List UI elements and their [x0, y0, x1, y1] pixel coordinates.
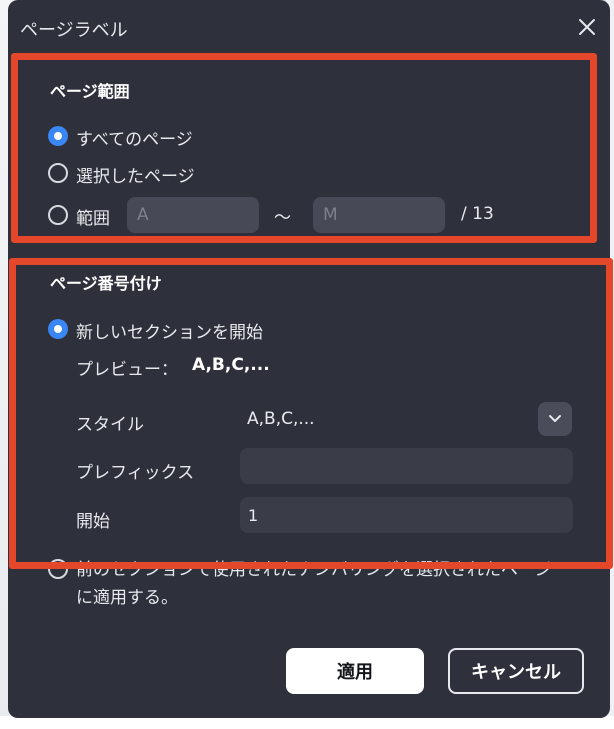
preview-value: A,B,C,...: [192, 355, 270, 375]
start-value: 1: [248, 505, 259, 525]
prefix-label: プレフィックス: [76, 463, 195, 483]
range-tilde: ～: [274, 208, 291, 228]
start-label: 開始: [76, 512, 110, 532]
apply-button[interactable]: 適用: [286, 648, 424, 694]
range-to-input[interactable]: M: [313, 197, 445, 233]
style-dropdown-button[interactable]: [538, 402, 572, 436]
range-to-placeholder: M: [323, 205, 338, 225]
page-total: / 13: [461, 204, 494, 224]
close-button[interactable]: [574, 14, 600, 40]
radio-all-pages[interactable]: [48, 126, 68, 146]
radio-extend-numbering[interactable]: [48, 559, 68, 579]
radio-range-label[interactable]: 範囲: [76, 204, 110, 229]
close-icon: [579, 19, 595, 35]
radio-range[interactable]: [48, 205, 68, 225]
radio-new-section[interactable]: [48, 319, 68, 339]
range-from-input[interactable]: A: [127, 197, 259, 233]
dialog-title: ページラベル: [20, 20, 128, 41]
page-numbering-title: ページ番号付け: [50, 274, 162, 293]
page-range-title: ページ範囲: [50, 82, 130, 101]
radio-new-section-label[interactable]: 新しいセクションを開始: [76, 318, 263, 343]
style-select-value[interactable]: A,B,C,...: [247, 409, 315, 429]
radio-extend-numbering-label[interactable]: 前のセクションで使用されたナンバリングを選択されたページに適用する。: [76, 556, 556, 612]
cancel-button[interactable]: キャンセル: [448, 648, 584, 694]
prefix-input[interactable]: [240, 448, 573, 484]
radio-selected-pages-label[interactable]: 選択したページ: [76, 162, 195, 187]
page-label-dialog: ページラベル ページ範囲 すべてのページ 選択したページ 範囲 A ～ M / …: [8, 0, 613, 718]
style-label: スタイル: [76, 415, 144, 435]
preview-label: プレビュー：: [76, 360, 178, 380]
radio-all-pages-label[interactable]: すべてのページ: [76, 125, 193, 150]
range-from-placeholder: A: [137, 205, 149, 225]
start-input[interactable]: 1: [240, 497, 573, 533]
radio-selected-pages[interactable]: [48, 163, 68, 183]
chevron-down-icon: [549, 415, 561, 422]
